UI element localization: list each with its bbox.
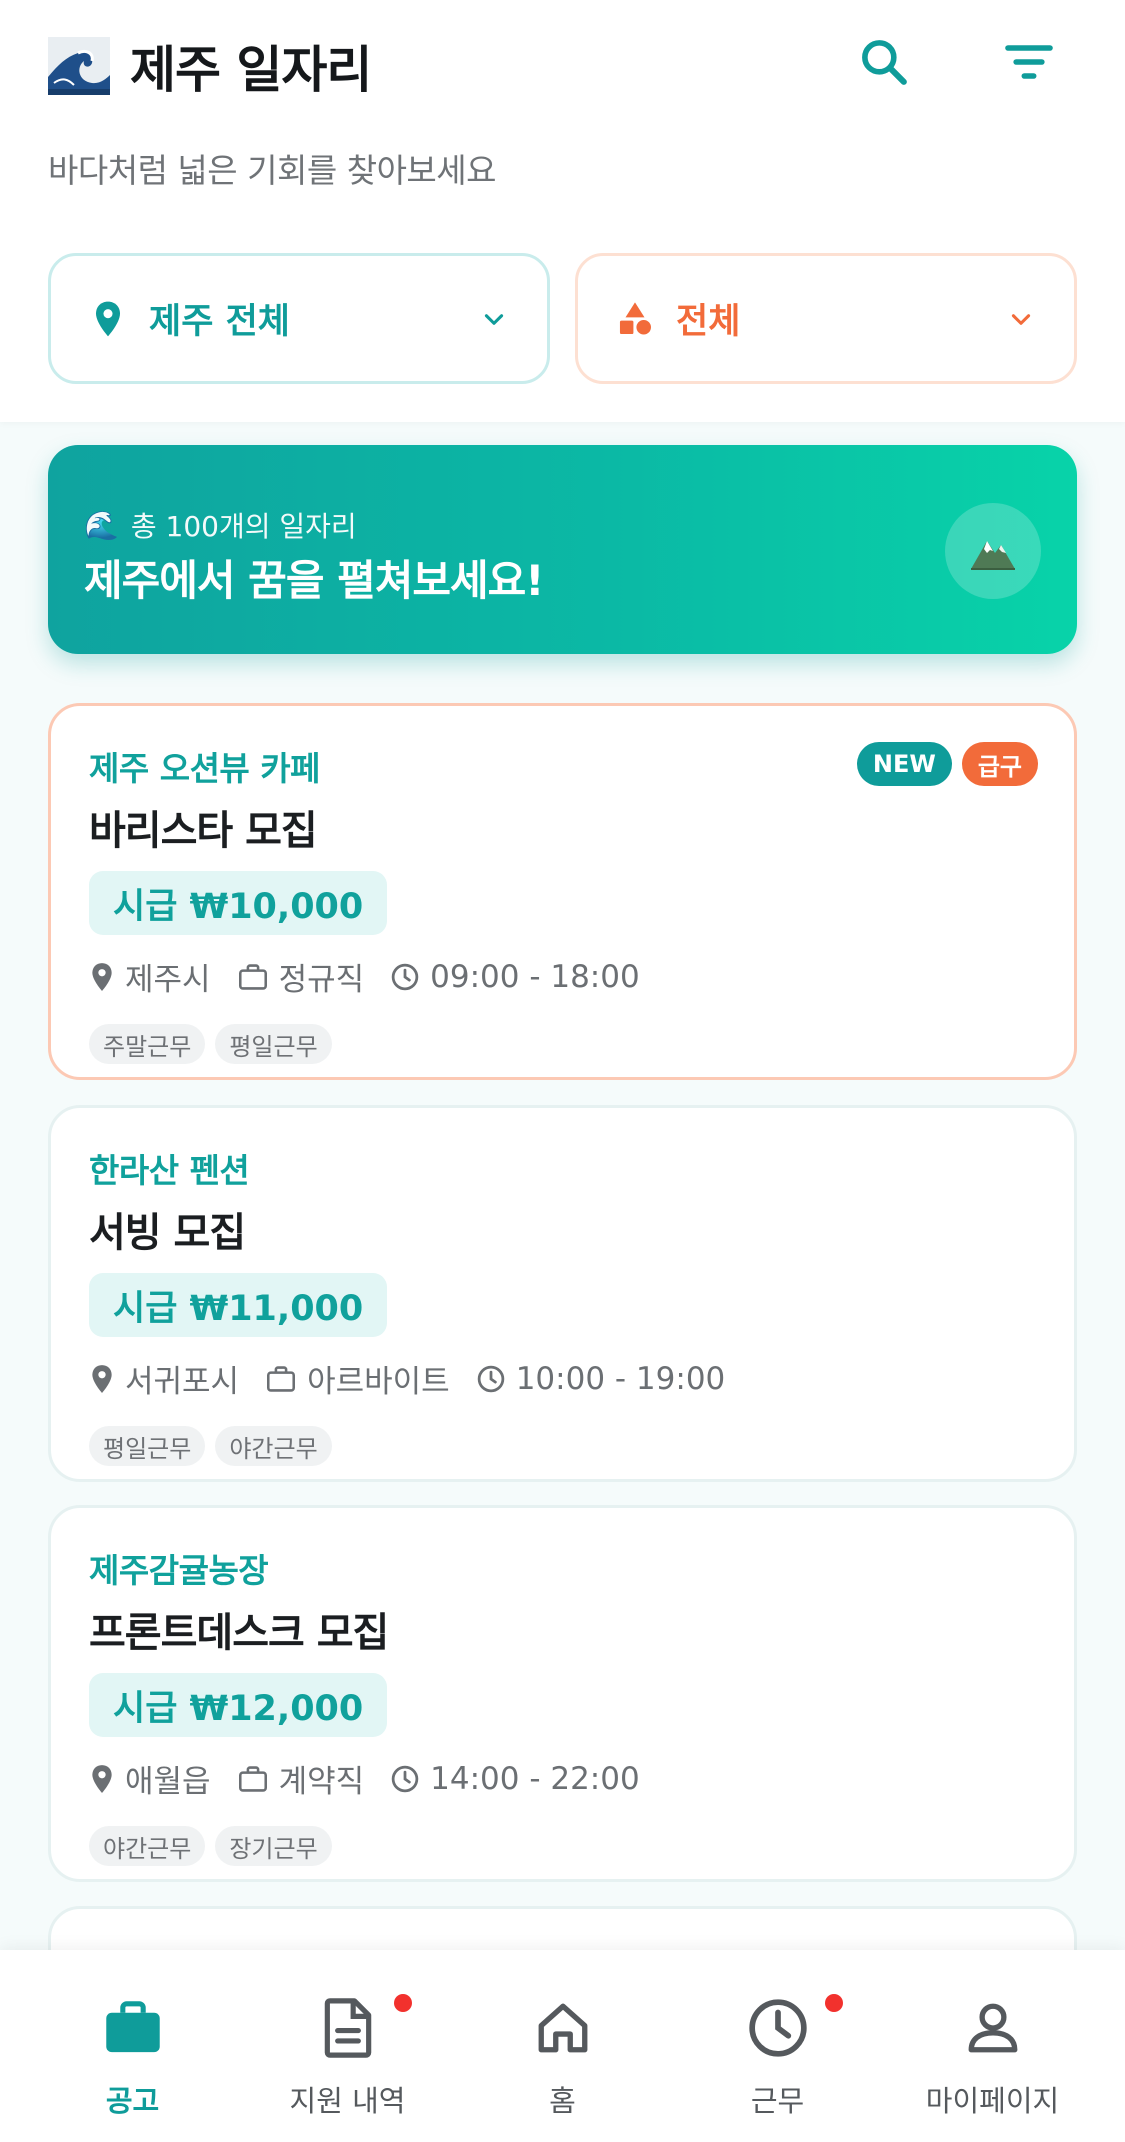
nav-item-jobs[interactable]: 공고 xyxy=(20,1950,245,2142)
wage-badge: 시급 ₩10,000 xyxy=(89,871,388,935)
banner-subtitle-row: 🌊 총 100개의 일자리 xyxy=(84,505,357,545)
nav-label: 마이페이지 xyxy=(925,2084,1060,2118)
nav-item-work[interactable]: 근무 xyxy=(665,1950,890,2142)
wage-badge: 시급 ₩12,000 xyxy=(89,1673,388,1737)
tag-list: 야간근무 장기근무 xyxy=(89,1826,342,1866)
clock-icon xyxy=(391,1765,419,1792)
location-meta: 제주시 xyxy=(89,954,211,999)
clock-icon xyxy=(391,963,419,990)
hours-meta: 10:00 - 19:00 xyxy=(476,1360,726,1397)
region-dropdown[interactable]: 제주 전체 xyxy=(48,253,550,384)
filter-button[interactable] xyxy=(993,26,1065,98)
job-title: 서빙 모집 xyxy=(89,1210,246,1256)
location-text: 애월읍 xyxy=(125,1764,211,1800)
nav-item-home[interactable]: 홈 xyxy=(450,1950,675,2142)
employment-type-text: 계약직 xyxy=(278,1764,365,1800)
nav-label: 홈 xyxy=(549,2084,576,2118)
hours-text: 10:00 - 19:00 xyxy=(515,1360,726,1397)
company-name: 한라산 펜션 xyxy=(89,1151,250,1190)
mountain-icon xyxy=(945,503,1041,599)
person-icon xyxy=(961,1996,1025,2060)
wave-logo-icon xyxy=(48,37,110,95)
location-meta: 애월읍 xyxy=(89,1756,211,1801)
clock-icon xyxy=(477,1365,504,1392)
job-title: 프론트데스크 모집 xyxy=(89,1610,389,1656)
job-count-banner: 🌊 총 100개의 일자리 제주에서 꿈을 펼쳐보세요! xyxy=(48,445,1077,654)
hours-text: 14:00 - 22:00 xyxy=(430,1760,640,1797)
job-title: 바리스타 모집 xyxy=(89,808,318,854)
urgent-badge: 급구 xyxy=(961,742,1038,786)
filter-icon xyxy=(1005,45,1053,79)
category-dropdown-label: 전체 xyxy=(676,302,741,342)
location-meta: 서귀포시 xyxy=(89,1356,239,1401)
header: 제주 일자리 바다처럼 넓은 기회를 찾아보세요 제주 전체 전체 xyxy=(0,0,1125,422)
job-list-screen: 제주 일자리 바다처럼 넓은 기회를 찾아보세요 제주 전체 전체 🌊 총 10… xyxy=(0,0,1125,2142)
employment-type-text: 정규직 xyxy=(278,962,365,998)
employment-type-meta: 계약직 xyxy=(237,1756,365,1801)
employment-type-text: 아르바이트 xyxy=(307,1364,450,1400)
hours-text: 09:00 - 18:00 xyxy=(430,958,640,995)
nav-item-mypage[interactable]: 마이페이지 xyxy=(880,1950,1105,2142)
job-card[interactable]: 제주 오션뷰 카페 NEW 급구 바리스타 모집 시급 ₩10,000 제주시 … xyxy=(48,703,1077,1080)
hours-meta: 09:00 - 18:00 xyxy=(390,959,640,995)
location-text: 서귀포시 xyxy=(125,1364,240,1400)
briefcase-outline-icon xyxy=(267,1365,296,1392)
new-badge: NEW xyxy=(856,742,952,786)
banner-subtitle: 총 100개의 일자리 xyxy=(130,510,357,543)
app-title: 제주 일자리 xyxy=(130,41,372,99)
header-subtitle: 바다처럼 넓은 기회를 찾아보세요 xyxy=(48,151,497,190)
badges: NEW 급구 xyxy=(847,742,1038,786)
chevron-down-icon xyxy=(1006,304,1036,334)
home-icon xyxy=(531,1996,595,2060)
employment-type-meta: 정규직 xyxy=(237,954,365,999)
job-card[interactable]: 제주감귤농장 프론트데스크 모집 시급 ₩12,000 애월읍 계약직 14:0… xyxy=(48,1505,1077,1882)
briefcase-outline-icon xyxy=(238,1765,267,1792)
employment-type-meta: 아르바이트 xyxy=(265,1356,450,1401)
nav-label: 공고 xyxy=(105,2084,160,2118)
job-card[interactable]: 한라산 펜션 서빙 모집 시급 ₩11,000 서귀포시 아르바이트 10:00… xyxy=(48,1105,1077,1482)
company-name: 제주 오션뷰 카페 xyxy=(89,749,321,788)
location-text: 제주시 xyxy=(125,962,211,998)
clock-icon xyxy=(746,1996,810,2060)
job-meta: 애월읍 계약직 14:00 - 22:00 xyxy=(89,1756,666,1801)
tag-list: 주말근무 평일근무 xyxy=(89,1024,342,1064)
wave-icon: 🌊 xyxy=(84,508,119,542)
company-name: 제주감귤농장 xyxy=(89,1551,269,1590)
tag: 평일근무 xyxy=(89,1426,206,1466)
notification-dot xyxy=(825,1994,843,2012)
chevron-down-icon xyxy=(479,304,509,334)
location-pin-icon xyxy=(89,300,127,338)
wage-badge: 시급 ₩11,000 xyxy=(89,1273,388,1337)
location-pin-icon xyxy=(92,1364,112,1393)
title-row: 제주 일자리 xyxy=(48,30,372,102)
banner-title: 제주에서 꿈을 펼쳐보세요! xyxy=(84,556,544,605)
nav-item-applications[interactable]: 지원 내역 xyxy=(235,1950,460,2142)
tag: 장기근무 xyxy=(215,1826,332,1866)
nav-label: 근무 xyxy=(750,2084,805,2118)
briefcase-icon xyxy=(101,1996,165,2060)
bottom-nav: 공고 지원 내역 홈 근무 마이페이지 xyxy=(0,1950,1125,2142)
shapes-icon xyxy=(616,300,654,338)
location-pin-icon xyxy=(92,962,112,991)
tag-list: 평일근무 야간근무 xyxy=(89,1426,342,1466)
search-button[interactable] xyxy=(848,26,920,98)
region-dropdown-label: 제주 전체 xyxy=(149,302,290,342)
nav-label: 지원 내역 xyxy=(289,2084,406,2118)
search-icon xyxy=(862,40,907,85)
briefcase-outline-icon xyxy=(238,963,267,990)
job-meta: 서귀포시 아르바이트 10:00 - 19:00 xyxy=(89,1356,751,1401)
tag: 야간근무 xyxy=(89,1826,206,1866)
hours-meta: 14:00 - 22:00 xyxy=(390,1761,640,1797)
tag: 평일근무 xyxy=(215,1024,332,1064)
location-pin-icon xyxy=(92,1764,112,1793)
document-icon xyxy=(316,1996,380,2060)
category-dropdown[interactable]: 전체 xyxy=(575,253,1077,384)
tag: 주말근무 xyxy=(89,1024,206,1064)
notification-dot xyxy=(394,1994,412,2012)
job-meta: 제주시 정규직 09:00 - 18:00 xyxy=(89,954,666,999)
tag: 야간근무 xyxy=(215,1426,332,1466)
